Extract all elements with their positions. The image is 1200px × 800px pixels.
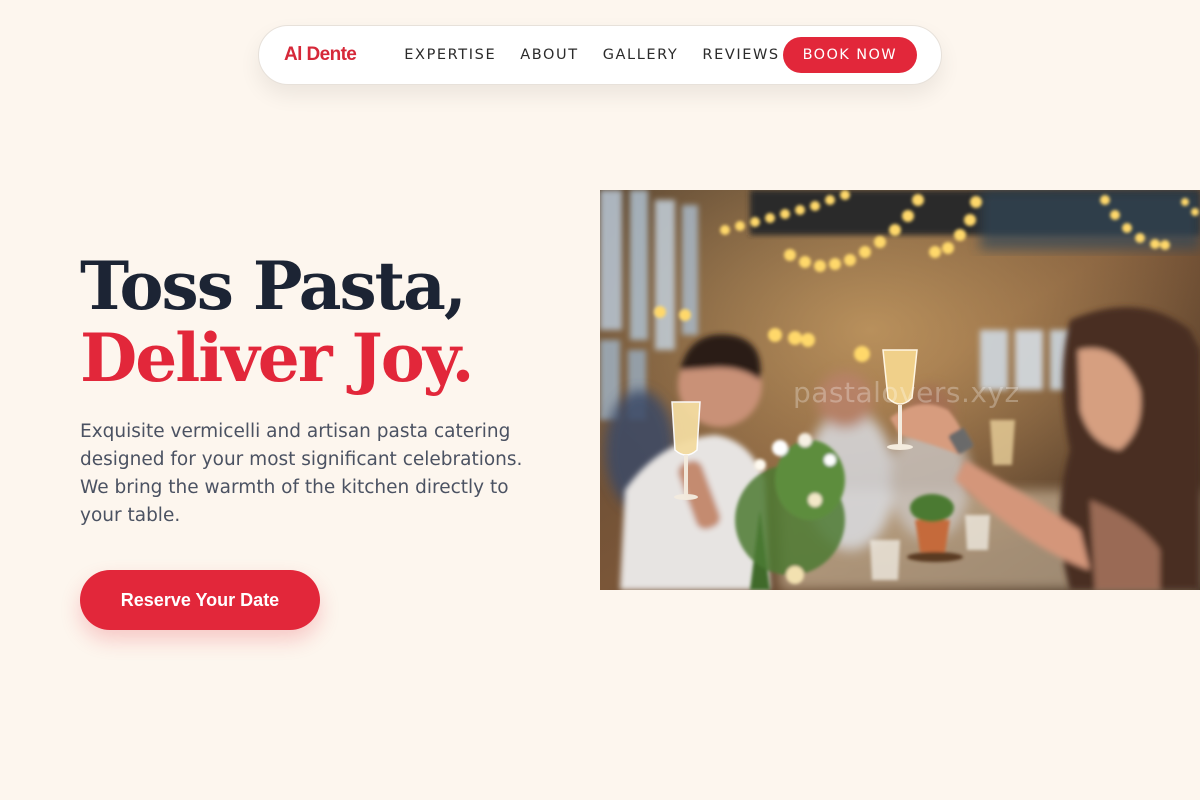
nav-link-reviews[interactable]: REVIEWS <box>702 47 779 63</box>
book-now-button[interactable]: BOOK NOW <box>782 37 917 73</box>
nav-link-expertise[interactable]: EXPERTISE <box>404 47 496 63</box>
hero-title-line-1: Toss Pasta, <box>80 247 467 325</box>
reserve-date-button[interactable]: Reserve Your Date <box>80 570 320 630</box>
page: Al Dente EXPERTISE ABOUT GALLERY REVIEWS… <box>0 0 1200 800</box>
image-watermark: pastalovers.xyz <box>793 376 1020 409</box>
hero-title-line-2: Deliver Joy. <box>80 319 474 397</box>
hero-description: Exquisite vermicelli and artisan pasta c… <box>80 421 523 526</box>
hero-title: Toss Pasta, Deliver Joy. <box>80 247 474 397</box>
brand-logo[interactable]: Al Dente <box>284 44 357 66</box>
nav-link-about[interactable]: ABOUT <box>520 47 579 63</box>
nav-link-gallery[interactable]: GALLERY <box>603 47 679 63</box>
hero-image: pastalovers.xyz <box>600 190 1200 590</box>
navbar: Al Dente EXPERTISE ABOUT GALLERY REVIEWS… <box>258 25 942 85</box>
nav-links: EXPERTISE ABOUT GALLERY REVIEWS <box>404 47 779 63</box>
